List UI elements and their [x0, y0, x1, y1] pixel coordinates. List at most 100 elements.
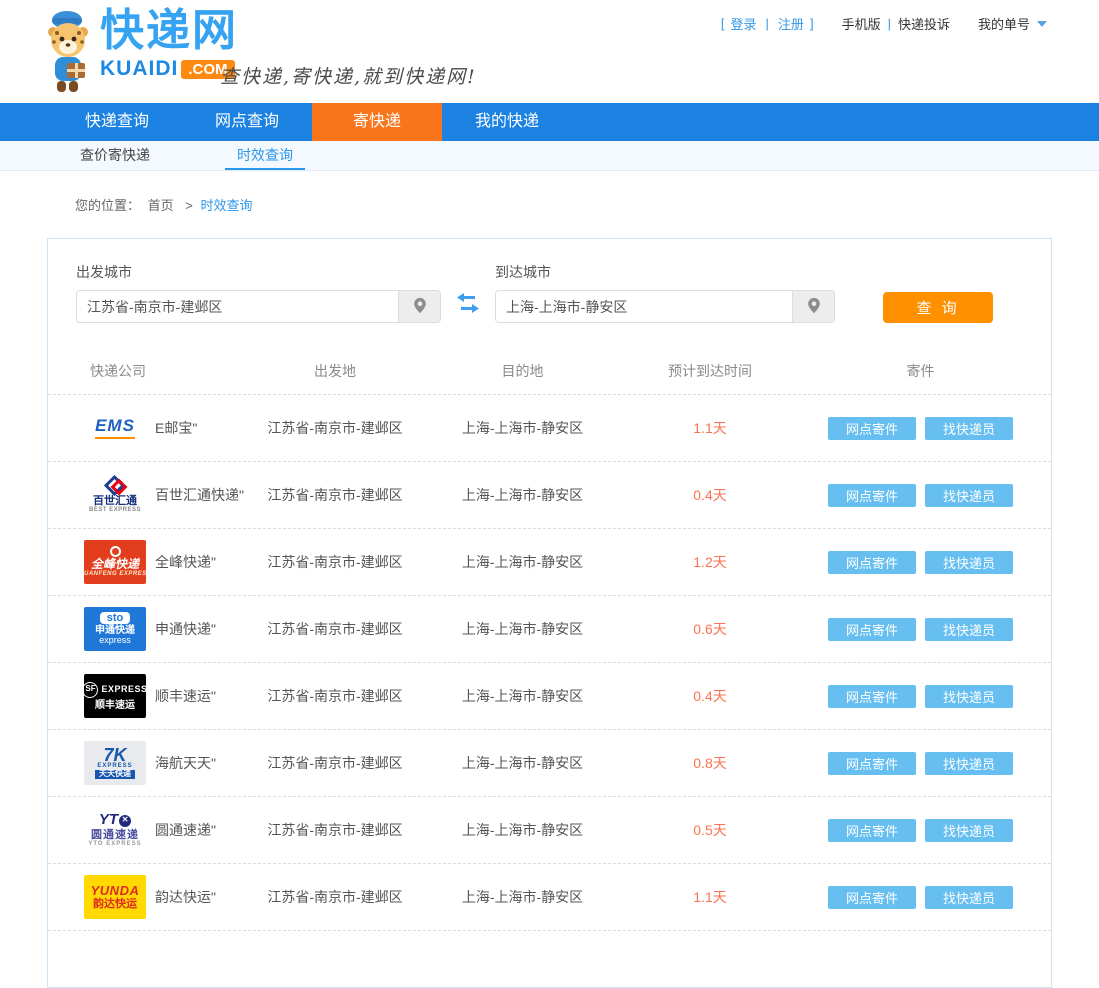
logo-subtext: QUANFENG EXPRESS — [84, 571, 146, 578]
logo-subtext: YTO EXPRESS — [88, 841, 141, 848]
actions-cell: 网点寄件 找快递员 — [790, 417, 1051, 440]
find-courier-button[interactable]: 找快递员 — [925, 417, 1013, 440]
actions-cell: 网点寄件 找快递员 — [790, 551, 1051, 574]
from-city-picker-button[interactable] — [398, 291, 440, 322]
origin-cell: 江苏省-南京市-建邺区 — [255, 619, 415, 639]
company-name: 顺丰速运" — [155, 686, 216, 706]
quanfeng-ring-icon — [110, 546, 121, 557]
find-courier-button[interactable]: 找快递员 — [925, 819, 1013, 842]
origin-cell: 江苏省-南京市-建邺区 — [255, 887, 415, 907]
origin-cell: 江苏省-南京市-建邺区 — [255, 753, 415, 773]
auth-links: [ 登录 | 注册 ] — [721, 14, 814, 33]
breadcrumb-prefix: 您的位置： — [75, 198, 140, 213]
logo-text: 全峰快递 — [91, 558, 139, 571]
from-city-label: 出发城市 — [76, 262, 441, 282]
company-cell: 百世汇通 BEST EXPRESS 百世汇通快递" — [48, 473, 255, 517]
eta-cell: 0.5天 — [630, 820, 790, 840]
branch-ship-button[interactable]: 网点寄件 — [828, 618, 916, 641]
site-logo[interactable]: 快递网 KUAIDI .COM — [40, 6, 238, 101]
destination-cell: 上海-上海市-静安区 — [415, 485, 630, 505]
nav-item-branch-query[interactable]: 网点查询 — [182, 103, 312, 141]
origin-cell: 江苏省-南京市-建邺区 — [255, 820, 415, 840]
origin-cell: 江苏省-南京市-建邺区 — [255, 552, 415, 572]
branch-ship-button[interactable]: 网点寄件 — [828, 417, 916, 440]
logo-text: EMS — [95, 417, 135, 436]
to-city-label: 到达城市 — [495, 262, 835, 282]
logo-badge: 7K — [103, 747, 126, 763]
company-cell: YT ✕ 圆通速递 YTO EXPRESS 圆通速递" — [48, 808, 255, 852]
quanfeng-logo: 全峰快递 QUANFENG EXPRESS — [84, 540, 146, 584]
domain-name: KUAIDI — [100, 57, 178, 81]
company-name: 全峰快递" — [155, 552, 216, 572]
table-row: YUNDA 韵达快运 韵达快运" 江苏省-南京市-建邺区 上海-上海市-静安区 … — [48, 864, 1051, 931]
login-link[interactable]: 登录 — [731, 14, 757, 33]
table-row: 全峰快递 QUANFENG EXPRESS 全峰快递" 江苏省-南京市-建邺区 … — [48, 529, 1051, 596]
breadcrumb: 您的位置： 首页 > 时效查询 — [75, 195, 1099, 214]
find-courier-button[interactable]: 找快递员 — [925, 685, 1013, 708]
table-row: EMS E邮宝" 江苏省-南京市-建邺区 上海-上海市-静安区 1.1天 网点寄… — [48, 395, 1051, 462]
swap-arrows-icon — [457, 301, 479, 316]
links-separator: | — [888, 16, 891, 31]
search-button[interactable]: 查 询 — [883, 292, 993, 323]
time-query-panel: 出发城市 到达城市 — [47, 238, 1052, 988]
sub-nav: 查价寄快递 时效查询 — [0, 141, 1099, 171]
mobile-version-link[interactable]: 手机版 — [842, 14, 881, 33]
header-company: 快递公司 — [48, 361, 255, 381]
register-link[interactable]: 注册 — [778, 14, 804, 33]
branch-ship-button[interactable]: 网点寄件 — [828, 484, 916, 507]
from-city-input[interactable] — [77, 291, 398, 322]
location-pin-icon — [413, 297, 427, 317]
branch-ship-button[interactable]: 网点寄件 — [828, 685, 916, 708]
to-city-field: 到达城市 — [495, 262, 835, 323]
find-courier-button[interactable]: 找快递员 — [925, 484, 1013, 507]
find-courier-button[interactable]: 找快递员 — [925, 551, 1013, 574]
table-header: 快递公司 出发地 目的地 预计到达时间 寄件 — [48, 361, 1051, 395]
header-eta: 预计到达时间 — [630, 361, 790, 381]
actions-cell: 网点寄件 找快递员 — [790, 886, 1051, 909]
branch-ship-button[interactable]: 网点寄件 — [828, 886, 916, 909]
logo-badge: SF — [84, 682, 98, 698]
find-courier-button[interactable]: 找快递员 — [925, 886, 1013, 909]
site-name: 快递网 — [100, 6, 238, 55]
from-city-input-group — [76, 290, 441, 323]
best-express-logo: 百世汇通 BEST EXPRESS — [84, 473, 146, 517]
destination-cell: 上海-上海市-静安区 — [415, 552, 630, 572]
logo-subtext: 韵达快运 — [93, 898, 137, 910]
swap-cities-button[interactable] — [457, 293, 479, 316]
site-slogan: 查快递,寄快递,就到快递网! — [220, 62, 477, 89]
breadcrumb-home-link[interactable]: 首页 — [148, 198, 174, 213]
sf-express-logo: SF EXPRESS 顺丰速运 — [84, 674, 146, 718]
origin-cell: 江苏省-南京市-建邺区 — [255, 686, 415, 706]
header-destination: 目的地 — [415, 361, 630, 381]
branch-ship-button[interactable]: 网点寄件 — [828, 551, 916, 574]
to-city-picker-button[interactable] — [792, 291, 834, 322]
subnav-item-price-query[interactable]: 查价寄快递 — [68, 141, 162, 170]
bracket-open: [ — [721, 16, 725, 31]
route-form: 出发城市 到达城市 — [48, 263, 1051, 323]
brand-text: 快递网 KUAIDI .COM — [100, 6, 238, 81]
site-links: 手机版 | 快递投诉 — [842, 14, 950, 33]
nav-item-my-express[interactable]: 我的快递 — [442, 103, 572, 141]
complaint-link[interactable]: 快递投诉 — [898, 14, 950, 33]
company-name: 韵达快运" — [155, 887, 216, 907]
find-courier-button[interactable]: 找快递员 — [925, 618, 1013, 641]
nav-item-express-query[interactable]: 快递查询 — [52, 103, 182, 141]
find-courier-button[interactable]: 找快递员 — [925, 752, 1013, 775]
actions-cell: 网点寄件 找快递员 — [790, 685, 1051, 708]
logo-text: 百世汇通 — [93, 495, 137, 507]
location-pin-icon — [807, 297, 821, 317]
to-city-input[interactable] — [496, 291, 792, 322]
bracket-close: ] — [810, 16, 814, 31]
my-numbers-label[interactable]: 我的单号 — [978, 14, 1030, 33]
branch-ship-button[interactable]: 网点寄件 — [828, 752, 916, 775]
breadcrumb-current[interactable]: 时效查询 — [201, 198, 253, 213]
my-numbers-dropdown[interactable]: 我的单号 — [978, 14, 1047, 33]
subnav-item-time-query[interactable]: 时效查询 — [225, 141, 305, 170]
destination-cell: 上海-上海市-静安区 — [415, 418, 630, 438]
eta-cell: 0.8天 — [630, 753, 790, 773]
eta-cell: 0.4天 — [630, 485, 790, 505]
nav-item-send-express[interactable]: 寄快递 — [312, 103, 442, 141]
actions-cell: 网点寄件 找快递员 — [790, 618, 1051, 641]
header-origin: 出发地 — [255, 361, 415, 381]
branch-ship-button[interactable]: 网点寄件 — [828, 819, 916, 842]
